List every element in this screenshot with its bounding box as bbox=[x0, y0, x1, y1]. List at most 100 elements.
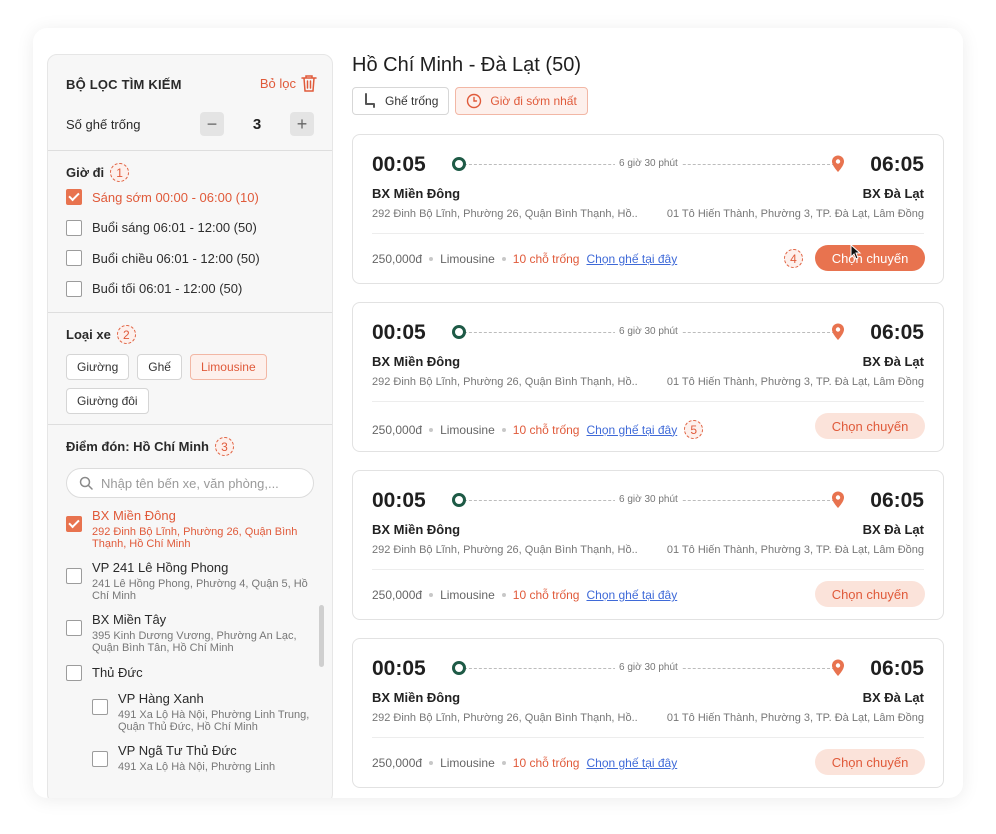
divider bbox=[372, 401, 924, 402]
page-title: Hồ Chí Minh - Đà Lạt (50) bbox=[352, 54, 581, 76]
departure-time: 00:05 bbox=[372, 321, 426, 344]
origin-dot-icon bbox=[452, 661, 466, 675]
trip-price: 250,000đ bbox=[372, 756, 423, 770]
separator-dot bbox=[429, 761, 434, 765]
trip-price: 250,000đ bbox=[372, 252, 423, 266]
stop-name: VP Ngã Tư Thủ Đức bbox=[118, 742, 237, 758]
vehicle-chip-selected[interactable]: Limousine bbox=[189, 354, 267, 380]
trip-card: 00:05 6 giờ 30 phút 06:05 BX Miền Đông B… bbox=[352, 302, 944, 452]
time-option-label: Sáng sớm 00:00 - 06:00 (10) bbox=[92, 189, 259, 205]
trip-card: 00:05 6 giờ 30 phút 06:05 BX Miền Đông B… bbox=[352, 134, 944, 284]
checkbox[interactable] bbox=[66, 664, 82, 681]
sort-label: Ghế trống bbox=[385, 94, 439, 108]
clear-filter-button[interactable]: Bỏ lọc bbox=[260, 73, 318, 93]
sort-options: Ghế trống Giờ đi sớm nhất bbox=[352, 87, 588, 115]
trip-duration: 6 giờ 30 phút bbox=[615, 494, 682, 505]
vehicle-chip[interactable]: Ghế bbox=[137, 354, 182, 380]
stop-address: 241 Lê Hồng Phong, Phường 4, Quận 5, Hồ … bbox=[92, 578, 308, 603]
trip-card: 00:05 6 giờ 30 phút 06:05 BX Miền Đông B… bbox=[352, 470, 944, 620]
vehicle-type-title: Loại xe bbox=[66, 327, 111, 342]
checkbox[interactable] bbox=[66, 250, 82, 267]
pickup-stop[interactable]: VP Hàng Xanh 491 Xa Lộ Hà Nội, Phường Li… bbox=[66, 681, 314, 733]
time-option[interactable]: Buổi tối 06:01 - 12:00 (50) bbox=[66, 274, 314, 305]
trip-meta: 250,000đ Limousine 10 chỗ trống Chọn ghế… bbox=[372, 756, 677, 770]
decrement-button[interactable]: − bbox=[200, 112, 224, 136]
vehicle-chip[interactable]: Giường đôi bbox=[66, 388, 149, 414]
stop-info: VP Hàng Xanh 491 Xa Lộ Hà Nội, Phường Li… bbox=[118, 691, 314, 733]
choose-seat-link[interactable]: Chọn ghế tại đây bbox=[586, 588, 677, 602]
pickup-stop[interactable]: VP Ngã Tư Thủ Đức 491 Xa Lộ Hà Nội, Phườ… bbox=[66, 733, 314, 773]
filter-sidebar: BỘ LỌC TÌM KIẾM Bỏ lọc Số ghế trống − 3 … bbox=[47, 54, 333, 798]
choose-trip-button[interactable]: Chọn chuyến bbox=[815, 413, 925, 439]
scrollbar[interactable] bbox=[319, 605, 324, 667]
checkbox[interactable] bbox=[66, 219, 82, 236]
origin-address: 292 Đinh Bộ Lĩnh, Phường 26, Quận Bình T… bbox=[372, 712, 638, 724]
departure-time-section: Giờ đi 1 Sáng sớm 00:00 - 06:00 (10) Buổ… bbox=[48, 151, 332, 313]
seats-label: Số ghế trống bbox=[66, 117, 141, 132]
annotation-badge: 5 bbox=[684, 420, 704, 439]
origin-name: BX Miền Đông bbox=[372, 690, 461, 705]
time-option[interactable]: Buổi chiều 06:01 - 12:00 (50) bbox=[66, 243, 314, 274]
stop-info: VP Ngã Tư Thủ Đức 491 Xa Lộ Hà Nội, Phườ… bbox=[118, 743, 275, 773]
stop-address: 395 Kinh Dương Vương, Phường An Lạc, Quậ… bbox=[92, 630, 297, 655]
pickup-search-input[interactable] bbox=[101, 475, 301, 491]
choose-seat-link[interactable]: Chọn ghế tại đây bbox=[586, 252, 677, 266]
trash-icon bbox=[301, 75, 317, 92]
search-icon bbox=[79, 476, 93, 490]
sort-available-seats[interactable]: Ghế trống bbox=[352, 87, 450, 115]
departure-time: 00:05 bbox=[372, 489, 426, 512]
vehicle-chip[interactable]: Giường bbox=[66, 354, 130, 380]
checkbox[interactable] bbox=[92, 698, 108, 715]
arrival-time: 06:05 bbox=[870, 657, 924, 680]
origin-dot-icon bbox=[452, 157, 466, 171]
pickup-stop[interactable]: BX Miền Tây 395 Kinh Dương Vương, Phường… bbox=[66, 602, 314, 654]
checkbox[interactable] bbox=[66, 620, 82, 637]
divider bbox=[372, 233, 924, 234]
choose-trip-button[interactable]: Chọn chuyến bbox=[815, 581, 925, 607]
choose-trip-button[interactable]: Chọn chuyến bbox=[815, 245, 925, 271]
stop-name: BX Miền Đông bbox=[92, 508, 176, 523]
trip-duration: 6 giờ 30 phút bbox=[615, 662, 682, 673]
destination-address: 01 Tô Hiến Thành, Phường 3, TP. Đà Lạt, … bbox=[666, 208, 924, 220]
time-option[interactable]: Buổi sáng 06:01 - 12:00 (50) bbox=[66, 213, 314, 244]
choose-trip-button[interactable]: Chọn chuyến bbox=[815, 749, 925, 775]
pickup-heading: Điểm đón: Hồ Chí Minh 3 bbox=[66, 425, 314, 456]
free-seats: 10 chỗ trống bbox=[512, 588, 580, 602]
arrival-time: 06:05 bbox=[870, 153, 924, 176]
pickup-stop[interactable]: BX Miền Đông 292 Đinh Bộ Lĩnh, Phường 26… bbox=[66, 498, 314, 550]
trip-card: 00:05 6 giờ 30 phút 06:05 BX Miền Đông B… bbox=[352, 638, 944, 788]
checkbox[interactable] bbox=[66, 568, 82, 585]
checkbox[interactable] bbox=[66, 280, 82, 297]
trip-duration: 6 giờ 30 phút bbox=[615, 158, 682, 169]
checkbox[interactable] bbox=[66, 516, 82, 532]
annotation-badge: 3 bbox=[214, 437, 234, 456]
separator-dot bbox=[501, 427, 506, 432]
destination-name: BX Đà Lạt bbox=[862, 690, 924, 705]
destination-pin-icon bbox=[832, 659, 844, 676]
pickup-stop[interactable]: VP 241 Lê Hồng Phong 241 Lê Hồng Phong, … bbox=[66, 550, 314, 602]
origin-dot-icon bbox=[452, 493, 466, 507]
stop-address: 491 Xa Lộ Hà Nội, Phường Linh Trung, Quậ… bbox=[118, 708, 310, 733]
sort-earliest-departure[interactable]: Giờ đi sớm nhất bbox=[455, 87, 588, 115]
divider bbox=[372, 569, 924, 570]
sort-label: Giờ đi sớm nhất bbox=[490, 94, 577, 108]
choose-seat-link[interactable]: Chọn ghế tại đây bbox=[586, 423, 677, 437]
pickup-title: Điểm đón: Hồ Chí Minh bbox=[66, 439, 209, 454]
free-seats: 10 chỗ trống bbox=[512, 252, 580, 266]
clock-icon bbox=[467, 93, 482, 109]
origin-address: 292 Đinh Bộ Lĩnh, Phường 26, Quận Bình T… bbox=[372, 544, 638, 556]
pickup-stop-group[interactable]: Thủ Đức bbox=[66, 655, 314, 681]
checkbox[interactable] bbox=[66, 189, 82, 206]
choose-seat-link[interactable]: Chọn ghế tại đây bbox=[586, 756, 677, 770]
stop-info: VP 241 Lê Hồng Phong 241 Lê Hồng Phong, … bbox=[92, 560, 314, 602]
separator-dot bbox=[429, 257, 434, 261]
increment-button[interactable]: + bbox=[290, 112, 314, 136]
annotation-badge: 1 bbox=[110, 163, 130, 182]
pickup-section: Điểm đón: Hồ Chí Minh 3 BX Miền Đông 292… bbox=[48, 425, 332, 798]
departure-time-title: Giờ đi bbox=[66, 165, 105, 180]
time-option[interactable]: Sáng sớm 00:00 - 06:00 (10) bbox=[66, 182, 314, 213]
checkbox[interactable] bbox=[92, 750, 108, 767]
stop-name: BX Miền Tây bbox=[92, 612, 167, 628]
annotation-badge: 4 bbox=[784, 249, 803, 268]
vehicle-type-section: Loại xe 2 Giường Ghế Limousine Giường đô… bbox=[48, 313, 332, 425]
